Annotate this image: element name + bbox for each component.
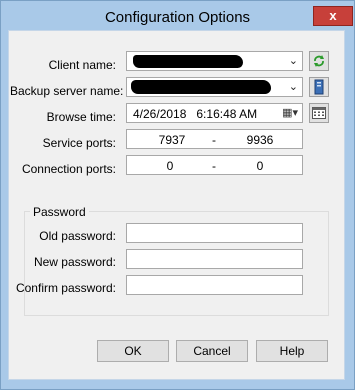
cancel-button[interactable]: Cancel	[176, 340, 248, 362]
chevron-down-icon[interactable]: ⌄	[289, 54, 298, 67]
confirm-password-field[interactable]	[126, 275, 303, 295]
client-name-combo[interactable]: ⌄	[126, 51, 303, 71]
window-title: Configuration Options	[104, 9, 251, 26]
calendar-dropdown-icon[interactable]: ▦▾	[282, 106, 298, 119]
help-button[interactable]: Help	[256, 340, 328, 362]
browse-time-picker[interactable]: 4/26/2018 6:16:48 AM ▦▾	[126, 103, 303, 123]
close-button[interactable]: x	[313, 6, 353, 26]
connection-ports-label: Connection ports:	[21, 162, 116, 176]
refresh-icon	[314, 55, 324, 67]
service-ports-range: 7937 - 9936	[126, 129, 303, 149]
backup-server-label: Backup server name:	[10, 84, 124, 98]
calendar-button[interactable]	[309, 103, 329, 123]
server-icon	[314, 79, 324, 95]
refresh-button[interactable]	[309, 51, 329, 71]
new-password-label: New password:	[33, 255, 116, 269]
new-password-field[interactable]	[126, 249, 303, 269]
port-separator: -	[212, 159, 216, 173]
connection-ports-range: 0 - 0	[126, 155, 303, 175]
server-browse-button[interactable]	[309, 77, 329, 97]
ok-button[interactable]: OK	[97, 340, 169, 362]
title-bar[interactable]: Configuration Options x	[1, 1, 354, 31]
old-password-label: Old password:	[39, 229, 116, 243]
service-port-to[interactable]: 9936	[235, 133, 285, 147]
connection-port-to[interactable]: 0	[235, 159, 285, 173]
browse-time-value: 4/26/2018 6:16:48 AM	[133, 107, 258, 121]
service-port-from[interactable]: 7937	[147, 133, 197, 147]
chevron-down-icon[interactable]: ⌄	[289, 80, 298, 93]
service-ports-label: Service ports:	[42, 136, 116, 150]
redacted-value	[133, 55, 243, 68]
calendar-icon	[312, 107, 326, 119]
redacted-value	[131, 80, 271, 94]
backup-server-combo[interactable]: ⌄	[126, 77, 303, 97]
old-password-field[interactable]	[126, 223, 303, 243]
connection-port-from[interactable]: 0	[145, 159, 195, 173]
password-group-title: Password	[30, 205, 89, 219]
client-name-label: Client name:	[48, 58, 116, 72]
confirm-password-label: Confirm password:	[15, 281, 116, 295]
browse-time-label: Browse time:	[46, 110, 116, 124]
port-separator: -	[212, 133, 216, 147]
